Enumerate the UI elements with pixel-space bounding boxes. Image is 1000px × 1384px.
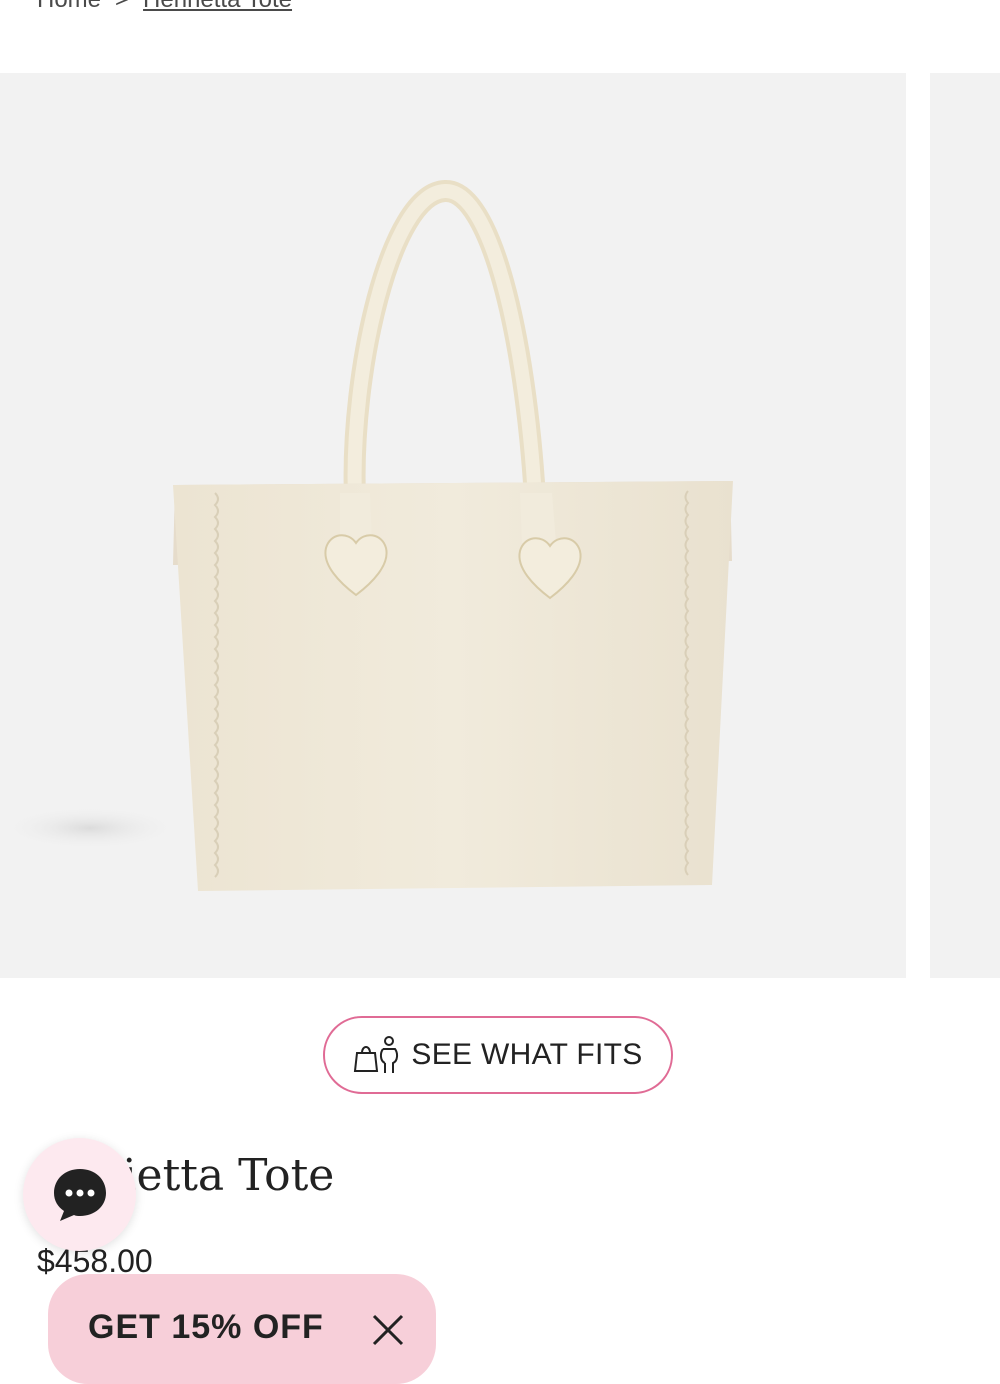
product-image-next[interactable] [930, 73, 1000, 978]
see-what-fits-button[interactable]: SEE WHAT FITS [323, 1016, 673, 1094]
product-title-text: rietta Tote [101, 1150, 335, 1201]
close-icon[interactable] [370, 1312, 406, 1348]
product-image-main[interactable] [0, 73, 906, 978]
bag-person-icon [354, 1036, 399, 1073]
promo-label: GET 15% OFF [88, 1308, 324, 1346]
chat-icon [53, 1168, 106, 1221]
tote-bag-image [0, 180, 733, 891]
chat-button[interactable] [23, 1138, 136, 1251]
see-what-fits-label: SEE WHAT FITS [411, 1038, 643, 1071]
breadcrumb-home[interactable]: Home [37, 0, 101, 14]
breadcrumb-current[interactable]: Henrietta Tote [143, 0, 292, 14]
breadcrumb-separator: > [115, 0, 129, 14]
breadcrumb: Home > Henrietta Tote [37, 0, 292, 14]
promo-banner[interactable]: GET 15% OFF [48, 1274, 436, 1384]
